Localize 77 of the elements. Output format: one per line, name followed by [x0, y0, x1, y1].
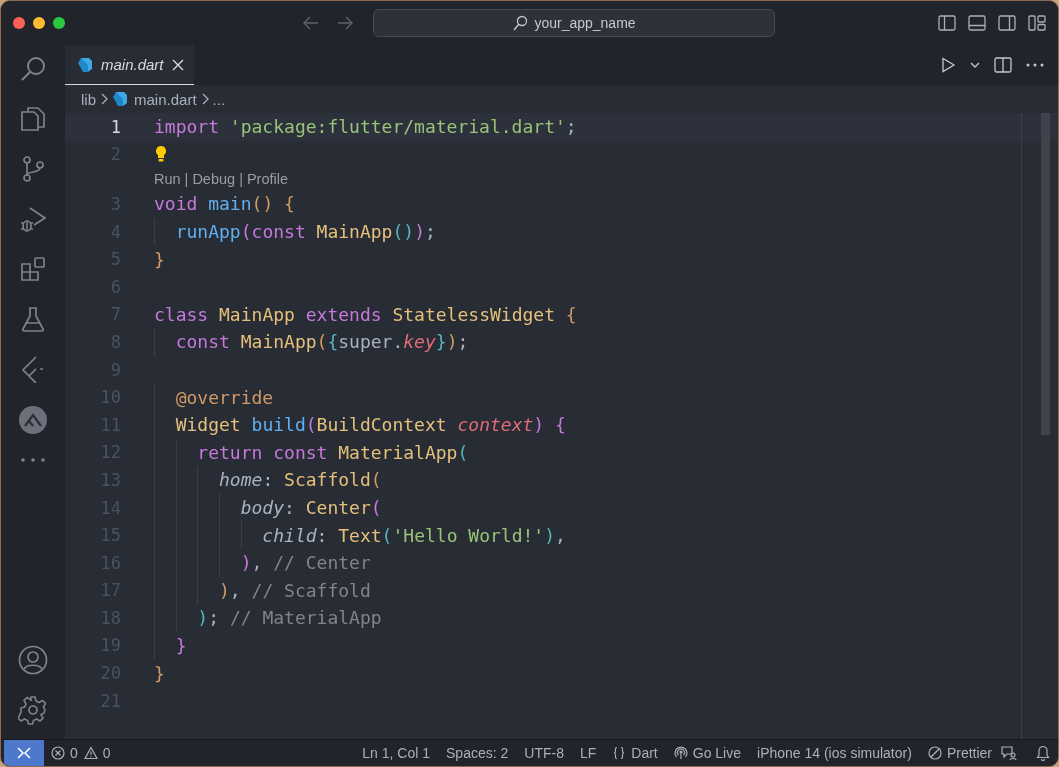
more-actions-icon[interactable] [1026, 63, 1044, 67]
search-icon [512, 15, 529, 31]
code-line: return const MaterialApp( [196, 441, 469, 463]
minimize-window-button[interactable] [33, 17, 45, 29]
code-line: } [174, 635, 187, 656]
files-icon[interactable] [19, 105, 47, 133]
back-arrow-icon[interactable] [303, 16, 319, 30]
settings-icon[interactable] [18, 695, 48, 725]
sidebar-layout-icon[interactable] [938, 15, 956, 31]
split-editor-icon[interactable] [994, 57, 1012, 73]
error-icon [51, 746, 65, 760]
code-line: body: Center( [239, 497, 382, 518]
code-line: ), // Scaffold [218, 579, 371, 601]
dart-icon [77, 56, 93, 73]
code-line: Widget build(BuildContext context) { [174, 414, 566, 436]
code-line: ), // Center [239, 552, 371, 574]
chevron-right-icon [100, 93, 108, 105]
problems-count[interactable]: 0 [80, 745, 114, 761]
status-item[interactable]: UTF-8 [516, 745, 572, 761]
code-line: void main() { [154, 193, 295, 215]
more-icon[interactable] [20, 457, 46, 463]
remote-icon [16, 746, 32, 760]
chevron-right-icon [200, 93, 209, 105]
code-line: } [154, 662, 165, 684]
separator-text: | [239, 171, 243, 188]
code-line: child: Text('Hello World!'), [261, 524, 566, 546]
command-center-search-field[interactable]: your_app_name [373, 9, 775, 37]
code-line: @override [174, 386, 274, 408]
close-icon[interactable] [171, 58, 184, 71]
braces-icon [612, 746, 627, 760]
codelens-link[interactable]: Profile [246, 171, 288, 188]
status-item[interactable]: iPhone 14 (ios simulator) [749, 745, 920, 761]
dart-icon [112, 91, 128, 107]
run-and-debug-icon[interactable] [19, 205, 47, 233]
editor-tab[interactable]: main.dart [65, 45, 194, 85]
codelens-link[interactable]: Run [154, 171, 181, 188]
status-item[interactable]: Dart [604, 745, 666, 761]
panel-layout-icon[interactable] [968, 15, 986, 31]
customize-layout-icon[interactable] [1028, 15, 1046, 31]
breadcrumb-item[interactable]: main.dart [112, 90, 197, 108]
close-window-button[interactable] [13, 17, 25, 29]
remote-explorer-icon[interactable] [18, 405, 48, 435]
scrollbar-thumb[interactable] [1041, 113, 1050, 435]
problems-count[interactable]: 0 [48, 745, 81, 761]
code-line: } [154, 248, 165, 270]
lightbulb-icon[interactable] [154, 145, 168, 164]
chevron-down-icon[interactable] [970, 61, 980, 69]
code-line: home: Scaffold( [218, 469, 382, 491]
bell-icon[interactable] [1036, 745, 1050, 761]
search-icon[interactable] [19, 55, 47, 83]
code-line: ); // MaterialApp [196, 607, 382, 629]
status-item[interactable]: Spaces: 2 [438, 745, 517, 761]
code-line: runApp(const MainApp()); [174, 221, 436, 243]
breadcrumb-item[interactable]: lib [81, 90, 96, 108]
extensions-icon[interactable] [19, 255, 47, 283]
code-line: class MainApp extends StatelessWidget { [154, 303, 577, 325]
status-item[interactable]: Ln 1, Col 1 [354, 745, 439, 761]
broadcast-icon [673, 746, 688, 760]
code-line: import 'package:flutter/material.dart'; [154, 116, 577, 138]
account-icon[interactable] [18, 645, 48, 675]
breadcrumb-item[interactable]: ... [212, 90, 226, 108]
zoom-window-button[interactable] [53, 17, 65, 29]
line-number: 1 [109, 116, 121, 137]
codelens-link[interactable]: Debug [192, 171, 236, 188]
warning-icon [83, 746, 98, 760]
flask-icon[interactable] [19, 305, 47, 333]
feedback-icon[interactable] [1000, 745, 1018, 761]
run-icon[interactable] [940, 57, 956, 73]
remote-button[interactable] [4, 740, 44, 766]
code-line: const MainApp({super.key}); [174, 331, 469, 353]
separator-text: | [184, 171, 189, 188]
status-item[interactable]: Prettier [919, 745, 1000, 761]
forward-arrow-icon[interactable] [337, 16, 353, 30]
status-item[interactable]: Go Live [665, 745, 749, 761]
secondary-sidebar-layout-icon[interactable] [998, 15, 1016, 31]
prohibited-icon [927, 746, 942, 760]
status-item[interactable]: LF [571, 745, 605, 761]
